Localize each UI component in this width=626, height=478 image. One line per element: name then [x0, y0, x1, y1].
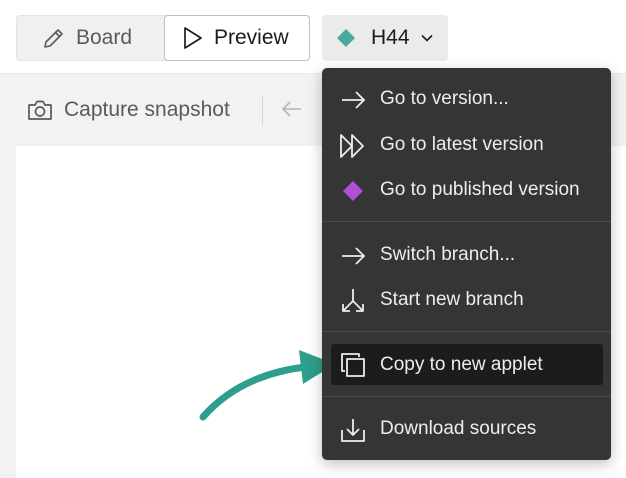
capture-snapshot-button[interactable]: Capture snapshot	[27, 95, 230, 125]
menu-item-go-to-version[interactable]: Go to version...	[322, 79, 611, 119]
menu-item-label: Go to published version	[380, 179, 580, 200]
menu-separator	[322, 221, 611, 222]
version-dropdown-button[interactable]: H44	[322, 15, 448, 61]
version-label: H44	[371, 26, 410, 49]
top-bar: Board Preview H44	[0, 0, 626, 73]
menu-item-go-to-latest-version[interactable]: Go to latest version	[322, 125, 611, 165]
pencil-icon	[44, 29, 63, 48]
menu-item-download-sources[interactable]: Download sources	[322, 409, 611, 449]
camera-icon	[28, 100, 52, 120]
menu-item-switch-branch[interactable]: Switch branch...	[322, 235, 611, 275]
preview-label: Preview	[214, 26, 289, 49]
arrow-right-icon	[342, 91, 366, 109]
preview-button[interactable]: Preview	[164, 15, 310, 61]
menu-item-label: Copy to new applet	[380, 353, 543, 375]
menu-item-label: Go to version...	[380, 88, 509, 109]
toolbar-separator	[262, 95, 263, 125]
menu-item-go-to-published-version[interactable]: Go to published version	[322, 170, 611, 210]
board-button[interactable]: Board	[17, 16, 163, 60]
menu-item-copy-to-new-applet[interactable]: Copy to new applet	[331, 344, 603, 385]
copy-icon	[341, 353, 365, 377]
menu-item-label: Switch branch...	[380, 244, 516, 265]
play-icon	[184, 27, 202, 49]
branch-icon	[342, 289, 364, 312]
board-label: Board	[76, 26, 133, 49]
menu-item-label: Start new branch	[380, 289, 524, 310]
menu-item-label: Go to latest version	[380, 134, 544, 155]
menu-item-start-new-branch[interactable]: Start new branch	[322, 280, 611, 320]
capture-snapshot-label: Capture snapshot	[64, 98, 230, 121]
menu-separator	[322, 396, 611, 397]
view-mode-toggle: Board Preview	[16, 15, 310, 61]
diamond-icon	[343, 181, 363, 201]
arrow-left-icon[interactable]	[280, 97, 304, 121]
fast-forward-icon	[340, 134, 364, 158]
download-icon	[341, 419, 365, 442]
diamond-icon	[337, 29, 355, 47]
menu-separator	[322, 331, 611, 332]
version-menu: Go to version... Go to latest version Go…	[322, 68, 611, 460]
chevron-down-icon	[420, 34, 433, 42]
arrow-right-icon	[342, 247, 366, 265]
menu-item-label: Download sources	[380, 418, 537, 439]
